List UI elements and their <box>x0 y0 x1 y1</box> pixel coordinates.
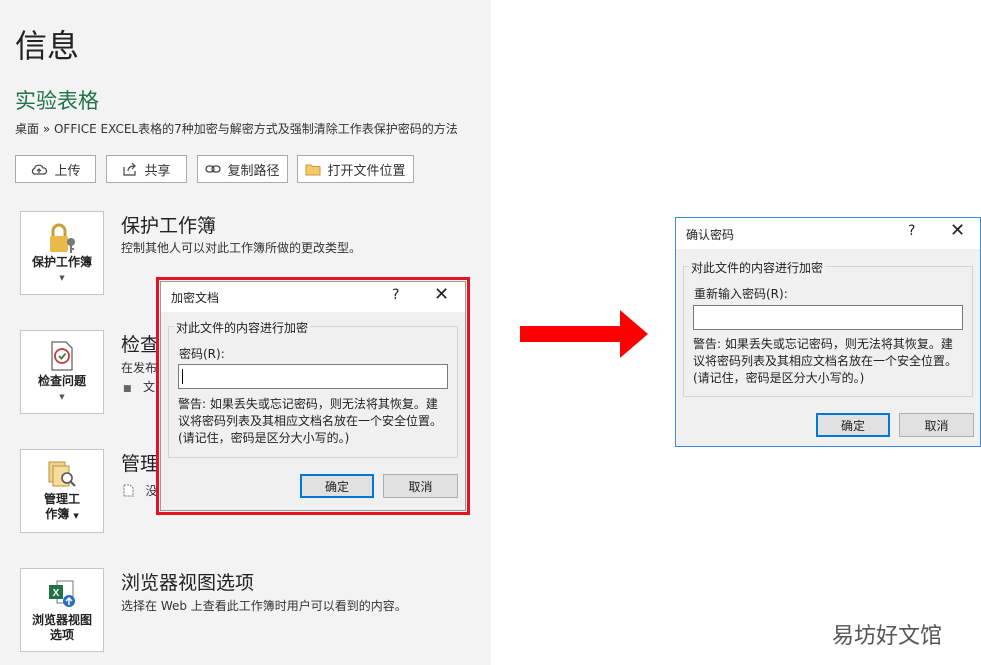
manage-workbook-label-text: 作簿 <box>45 507 70 521</box>
copy-path-label: 复制路径 <box>227 163 280 179</box>
lock-key-icon <box>21 220 103 256</box>
manage-workbook-button-label-1: 管理工 <box>43 492 80 506</box>
reenter-password-label: 重新输入密码(R): <box>694 287 788 301</box>
chevron-down-icon: ▼ <box>73 512 79 520</box>
manage-item: 没 <box>123 482 157 499</box>
warning-line: 议将密码列表及其相应文档名放在一个安全位置。 <box>693 354 958 368</box>
document-icon <box>123 484 134 497</box>
protect-workbook-button[interactable]: 保护工作簿 ▼ <box>20 211 104 295</box>
open-file-location-button[interactable]: 打开文件位置 <box>297 155 414 183</box>
backstage-info-panel: 信息 实验表格 桌面 » OFFICE EXCEL表格的7种加密与解密方式及强制… <box>0 0 491 665</box>
encrypt-group-label: 对此文件的内容进行加密 <box>174 319 311 336</box>
chevron-down-icon: ▼ <box>59 393 65 401</box>
ok-button[interactable]: 确定 <box>816 413 890 437</box>
excel-web-icon: X <box>21 577 103 613</box>
confirm-dialog-body: 对此文件的内容进行加密 重新输入密码(R): 警告: 如果丢失或忘记密码，则无法… <box>676 249 980 446</box>
cancel-button[interactable]: 取消 <box>383 474 458 498</box>
ok-button[interactable]: 确定 <box>300 474 374 498</box>
browser-view-button-label-1: 浏览器视图 <box>31 613 92 627</box>
browser-view-options-button[interactable]: X 浏览器视图 选项 <box>20 568 104 652</box>
encrypt-document-dialog: 加密文档 ? ✕ 对此文件的内容进行加密 密码(R): 警告: 如果丢失或忘记密… <box>160 281 466 511</box>
upload-button[interactable]: 上传 <box>15 155 96 183</box>
password-warning: 警告: 如果丢失或忘记密码，则无法将其恢复。建 议将密码列表及其相应文档名放在一… <box>178 396 442 447</box>
manage-workbook-button[interactable]: 管理工 作簿 ▼ <box>20 449 104 533</box>
password-input[interactable] <box>178 364 448 389</box>
arrow-right-icon <box>520 310 648 358</box>
password-label: 密码(R): <box>179 347 225 361</box>
inspect-section-title: 检查 <box>121 334 160 356</box>
share-label: 共享 <box>144 163 171 179</box>
upload-label: 上传 <box>54 163 81 179</box>
close-icon[interactable]: ✕ <box>434 286 449 304</box>
warning-line: 议将密码列表及其相应文档名放在一个安全位置。 <box>178 414 443 428</box>
protect-section-title: 保护工作簿 <box>121 215 217 237</box>
manage-section-title: 管理 <box>121 453 160 475</box>
inspect-bullet-text: 文 <box>142 380 155 394</box>
page-title: 信息 <box>15 27 80 65</box>
share-icon <box>123 162 137 176</box>
close-icon[interactable]: ✕ <box>950 222 965 240</box>
browser-section-title: 浏览器视图选项 <box>121 572 255 594</box>
protect-section-desc: 控制其他人可以对此工作簿所做的更改类型。 <box>121 241 362 255</box>
encrypt-dialog-title: 加密文档 <box>171 291 220 305</box>
reenter-password-input[interactable] <box>693 305 963 330</box>
confirm-password-dialog: 确认密码 ? ✕ 对此文件的内容进行加密 重新输入密码(R): 警告: 如果丢失… <box>675 217 981 447</box>
confirm-group-label: 对此文件的内容进行加密 <box>689 259 826 276</box>
check-issues-button-label: 检查问题 <box>37 374 86 388</box>
inspect-section-desc: 在发布 <box>121 361 158 375</box>
browser-section-desc: 选择在 Web 上查看此工作簿时用户可以看到的内容。 <box>121 599 407 613</box>
link-icon <box>205 165 222 173</box>
share-button[interactable]: 共享 <box>106 155 187 183</box>
chevron-down-icon: ▼ <box>59 274 65 282</box>
encrypt-dialog-body: 对此文件的内容进行加密 密码(R): 警告: 如果丢失或忘记密码，则无法将其恢复… <box>161 312 465 510</box>
help-button[interactable]: ? <box>392 287 399 303</box>
inspect-bullet: ■ 文 <box>123 380 155 394</box>
folder-icon <box>305 164 321 175</box>
warning-line: (请记住，密码是区分大小写的。) <box>693 371 865 385</box>
check-issues-button[interactable]: 检查问题 ▼ <box>20 330 104 414</box>
inspect-document-icon <box>21 339 103 375</box>
browser-view-button-label-2: 选项 <box>49 628 74 642</box>
warning-line: 警告: 如果丢失或忘记密码，则无法将其恢复。建 <box>178 397 438 411</box>
watermark: 易坊好文馆 <box>832 624 943 649</box>
help-button[interactable]: ? <box>908 223 915 239</box>
warning-line: (请记住，密码是区分大小写的。) <box>178 431 350 445</box>
manage-versions-icon <box>21 458 103 494</box>
cancel-button[interactable]: 取消 <box>899 413 974 437</box>
copy-path-button[interactable]: 复制路径 <box>197 155 288 183</box>
open-location-label: 打开文件位置 <box>327 163 406 179</box>
manage-workbook-button-label-2: 作簿 ▼ <box>23 507 101 524</box>
warning-line: 警告: 如果丢失或忘记密码，则无法将其恢复。建 <box>693 337 953 351</box>
confirm-dialog-title: 确认密码 <box>686 228 735 242</box>
breadcrumb: 桌面 » OFFICE EXCEL表格的7种加密与解密方式及强制清除工作表保护密… <box>15 122 458 136</box>
protect-workbook-button-label: 保护工作簿 <box>31 255 92 269</box>
svg-text:X: X <box>53 588 60 599</box>
text-cursor <box>182 369 183 384</box>
cloud-upload-icon <box>32 164 48 175</box>
document-name: 实验表格 <box>15 89 99 113</box>
password-warning: 警告: 如果丢失或忘记密码，则无法将其恢复。建 议将密码列表及其相应文档名放在一… <box>693 336 957 387</box>
